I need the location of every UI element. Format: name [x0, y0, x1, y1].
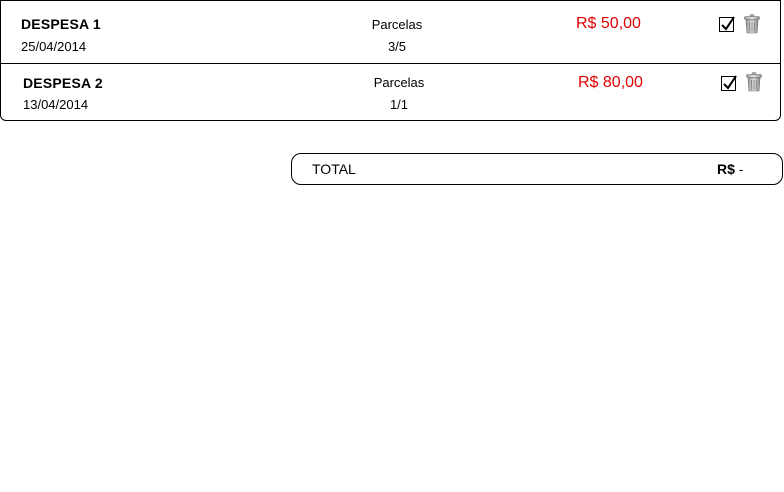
checkbox-checked-icon[interactable] [719, 16, 735, 32]
total-value: R$ - [717, 161, 743, 177]
expense-row: DESPESA 2 13/04/2014 Parcelas 1/1 R$ 80,… [1, 63, 780, 123]
expense-title: DESPESA 1 [21, 16, 101, 32]
installments-value: 3/5 [387, 39, 407, 54]
trash-icon[interactable] [743, 14, 761, 34]
expense-list: DESPESA 1 25/04/2014 Parcelas 3/5 R$ 50,… [0, 0, 781, 121]
expense-title: DESPESA 2 [23, 75, 103, 91]
expense-amount: R$ 80,00 [578, 74, 643, 91]
expense-row: DESPESA 1 25/04/2014 Parcelas 3/5 R$ 50,… [1, 1, 780, 63]
checkbox-checked-icon[interactable] [721, 75, 737, 91]
total-label: TOTAL [312, 161, 356, 177]
total-amount: - [738, 161, 744, 177]
expense-amount: R$ 50,00 [576, 15, 641, 32]
trash-icon[interactable] [745, 72, 763, 92]
total-currency: R$ [717, 161, 735, 177]
expense-date: 25/04/2014 [21, 39, 87, 54]
installments-label: Parcelas [371, 17, 423, 32]
installments-label: Parcelas [373, 75, 425, 90]
total-box: TOTAL R$ - [291, 153, 783, 185]
installments-value: 1/1 [389, 97, 409, 112]
expense-date: 13/04/2014 [23, 97, 89, 112]
expense-page: DESPESA 1 25/04/2014 Parcelas 3/5 R$ 50,… [0, 0, 784, 492]
